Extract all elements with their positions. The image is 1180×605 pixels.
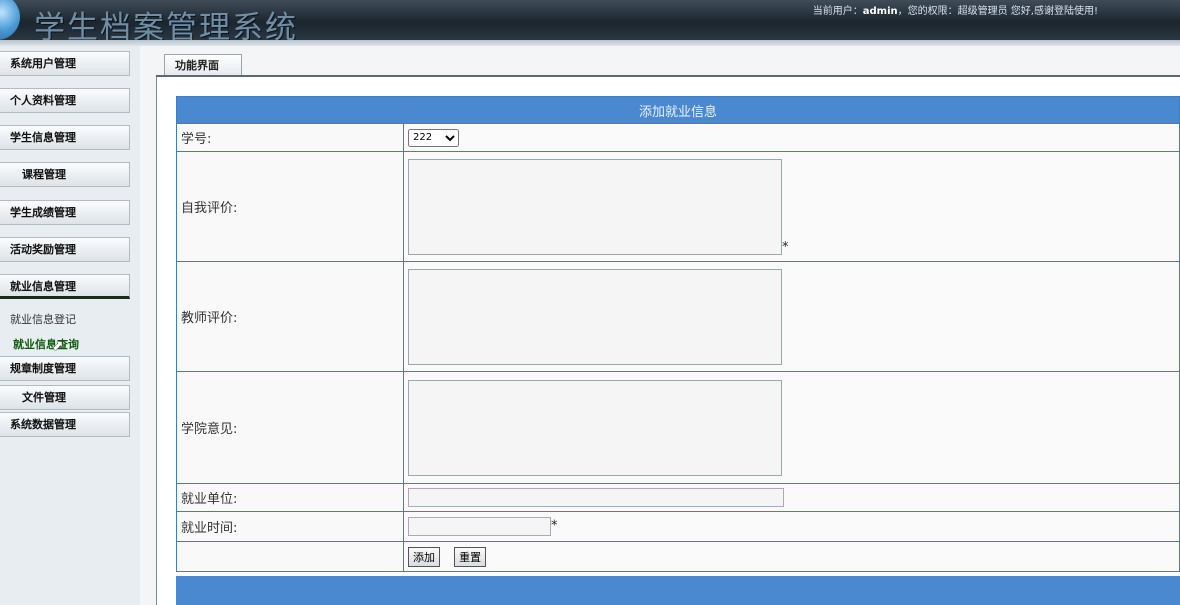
- self-eval-label: 自我评价:: [176, 151, 404, 262]
- current-user: admin: [862, 6, 898, 17]
- submenu-employment-query[interactable]: 就业信息查询: [13, 336, 79, 352]
- employer-input[interactable]: [408, 488, 784, 507]
- app-header: 学生档案管理系统 当前用户：admin，您的权限：超级管理员 您好,感谢登陆使用…: [0, 0, 1180, 40]
- required-mark: *: [551, 518, 558, 534]
- form-title: 添加就业信息: [176, 96, 1180, 124]
- button-row-spacer: [176, 541, 404, 572]
- sidebar-item-courses[interactable]: 课程管理: [0, 162, 130, 187]
- sidebar-item-employment[interactable]: 就业信息管理: [0, 274, 130, 299]
- form-footer-bar: [176, 576, 1180, 605]
- sidebar-item-student-info[interactable]: 学生信息管理: [0, 125, 130, 150]
- employer-label: 就业单位:: [176, 483, 404, 512]
- submenu-employment-register[interactable]: 就业信息登记: [10, 311, 76, 327]
- app-title: 学生档案管理系统: [34, 10, 298, 40]
- self-eval-textarea[interactable]: [408, 158, 782, 255]
- add-button[interactable]: 添加: [408, 546, 440, 567]
- teacher-eval-textarea[interactable]: [408, 268, 782, 365]
- sidebar-item-files[interactable]: 文件管理: [0, 385, 130, 410]
- required-mark: *: [782, 239, 789, 255]
- college-opinion-label: 学院意见:: [176, 371, 404, 484]
- sidebar-item-awards[interactable]: 活动奖励管理: [0, 237, 130, 262]
- employ-time-label: 就业时间:: [176, 511, 404, 542]
- student-id-select[interactable]: 222: [408, 128, 459, 147]
- college-opinion-textarea[interactable]: [408, 379, 782, 476]
- sidebar-item-profile[interactable]: 个人资料管理: [0, 88, 130, 113]
- user-info-suffix: ，您的权限：超级管理员 您好,感谢登陆使用!: [897, 6, 1098, 17]
- sidebar-item-grades[interactable]: 学生成绩管理: [0, 200, 130, 225]
- employ-time-input[interactable]: [408, 517, 551, 536]
- student-id-label: 学号:: [176, 123, 404, 152]
- user-info: 当前用户：admin，您的权限：超级管理员 您好,感谢登陆使用!: [813, 2, 1098, 17]
- mouse-pointer-icon: ⬈: [52, 338, 64, 354]
- sidebar-item-system-users[interactable]: 系统用户管理: [0, 51, 130, 76]
- sidebar-item-regulations[interactable]: 规章制度管理: [0, 356, 130, 381]
- main-area: 功能界面 添加就业信息 学号: 222 自我评价: * 教师评价: 学院意见: …: [140, 46, 1180, 605]
- tab-function[interactable]: 功能界面: [164, 54, 242, 76]
- user-info-prefix: 当前用户：: [812, 6, 863, 17]
- sidebar: 系统用户管理 个人资料管理 学生信息管理 课程管理 学生成绩管理 活动奖励管理 …: [0, 46, 140, 605]
- logo-icon: [0, 0, 20, 40]
- sidebar-item-system-data[interactable]: 系统数据管理: [0, 412, 130, 437]
- employment-form: 添加就业信息 学号: 222 自我评价: * 教师评价: 学院意见: 就业单位:…: [176, 96, 1180, 605]
- form-table: 添加就业信息 学号: 222 自我评价: * 教师评价: 学院意见: 就业单位:…: [176, 96, 1180, 572]
- teacher-eval-label: 教师评价:: [176, 261, 404, 372]
- reset-button[interactable]: 重置: [454, 546, 487, 567]
